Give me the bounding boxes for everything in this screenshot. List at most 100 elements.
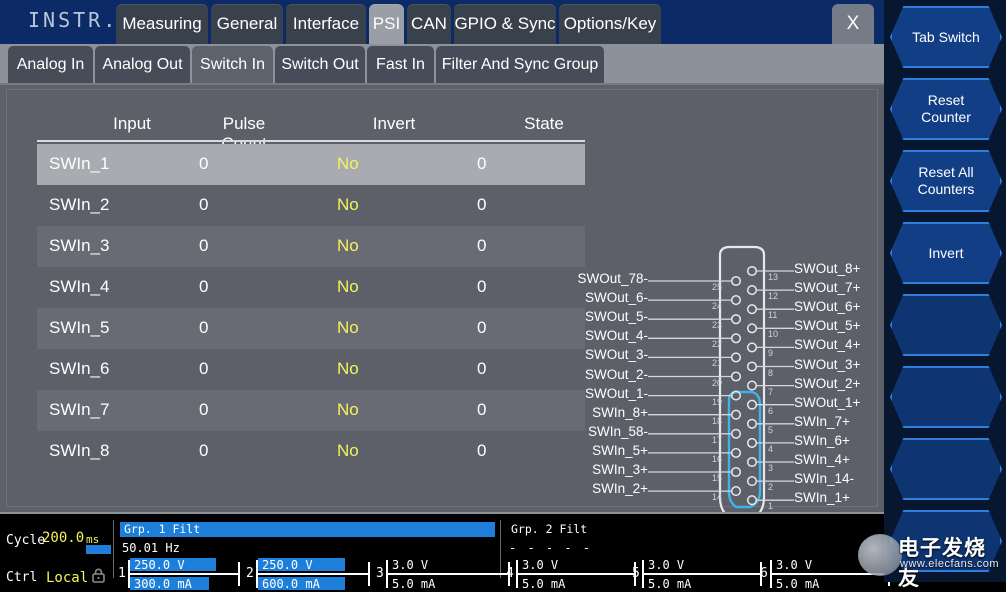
connector-right-label: SWIn_14- — [794, 471, 855, 487]
cycle-progress-indicator — [86, 545, 111, 554]
connector-left-label: SWIn_2+ — [592, 481, 648, 497]
secondary-tab-switch-in[interactable]: Switch In — [192, 46, 273, 83]
column-header-state: State — [524, 114, 564, 133]
cell-input: SWIn_3 — [49, 236, 110, 255]
connector-left-label: SWOut_1- — [584, 385, 648, 401]
instrument-window: INSTR. Measuring General Interface PSI CAN GP… — [0, 0, 890, 591]
primary-tab-measuring[interactable]: Measuring — [116, 4, 208, 44]
softkey-6-empty[interactable] — [890, 366, 1002, 428]
ctrl-value: Local — [46, 570, 89, 586]
cell-invert: No — [337, 154, 359, 173]
connector-pin-number: 3 — [768, 463, 774, 473]
switch-in-panel: InputPulse CountInvertState SWIn_10No0SW… — [6, 89, 878, 521]
softkey-reset-counter[interactable]: Reset Counter — [890, 78, 1002, 140]
table-row[interactable]: SWIn_6 0 No 0 — [37, 349, 585, 390]
secondary-tab-bar: Analog In Analog Out Switch In Switch Out Fa… — [0, 44, 884, 83]
table-row[interactable]: SWIn_4 0 No 0 — [37, 267, 585, 308]
softkey-sidebar: Tab Switch Reset Counter Reset All Counter… — [858, 0, 1006, 590]
channel-voltage-value: 3.0 V — [776, 558, 813, 572]
primary-tab-options-key[interactable]: Options/Key — [559, 4, 661, 44]
channel-readout[interactable]: 3 3.0 V 5.0 mA — [376, 556, 510, 592]
cell-invert: No — [337, 441, 359, 460]
channel-readout[interactable]: 2 250.0 V 600.0 mA — [246, 556, 372, 592]
group-frequency: - - - - - — [509, 541, 593, 555]
content-area: InputPulse CountInvertState SWIn_10No0SW… — [0, 83, 884, 521]
softkey-tab-switch[interactable]: Tab Switch — [890, 6, 1002, 68]
cell-state: 0 — [477, 195, 487, 214]
channel-axis — [128, 573, 238, 575]
secondary-tab-fast-in[interactable]: Fast In — [367, 46, 434, 83]
connector-right-label: SWOut_5+ — [794, 318, 861, 334]
cell-invert: No — [337, 359, 359, 378]
channel-readout[interactable]: 6 3.0 V 5.0 mA — [760, 556, 890, 592]
table-body: SWIn_1 0 No 0 SWIn_2 0 No 0 SWIn_3 0 No 0 SWIn_4 0 No 0… — [37, 144, 585, 472]
softkey-label: Reset All Counters — [917, 164, 975, 197]
connector-right-label: SWIn_7+ — [794, 413, 850, 429]
secondary-tab-filter-and-sync-group[interactable]: Filter And Sync Group — [436, 46, 604, 83]
softkey-invert[interactable]: Invert — [890, 222, 1002, 284]
connector-pin-number: 7 — [768, 386, 774, 397]
connector-right-label: SWOut_6+ — [794, 299, 861, 315]
softkey-7-empty[interactable] — [890, 438, 1002, 500]
softkey-5-empty[interactable] — [890, 294, 1002, 356]
channel-axis — [642, 573, 760, 575]
connector-pin-number: 4 — [768, 443, 774, 454]
connector-left-label: SWOut_78- — [577, 271, 648, 286]
connector-right-label: SWOut_1+ — [794, 394, 861, 410]
channel-end-tick — [368, 562, 370, 586]
ctrl-label: Ctrl — [6, 570, 38, 585]
secondary-tab-analog-in[interactable]: Analog In — [8, 46, 93, 83]
channel-end-tick — [238, 562, 240, 586]
channel-readout[interactable]: 5 3.0 V 5.0 mA — [632, 556, 762, 592]
cell-pulse-count: 0 — [199, 318, 209, 337]
table-row[interactable]: SWIn_8 0 No 0 — [37, 431, 585, 472]
table-row[interactable]: SWIn_1 0 No 0 — [37, 144, 585, 185]
close-button[interactable]: X — [832, 4, 874, 44]
softkey-label — [890, 294, 1002, 356]
connector-pin-number: 18 — [712, 415, 723, 426]
switch-in-table: InputPulse CountInvertState SWIn_10No0SW… — [29, 114, 591, 460]
primary-tab-gpio-sync[interactable]: GPIO & Sync — [454, 4, 556, 44]
cell-invert: No — [337, 277, 359, 296]
softkey-reset-all-counters[interactable]: Reset All Counters — [890, 150, 1002, 212]
connector-pin-number: 8 — [768, 367, 774, 378]
cell-state: 0 — [477, 154, 487, 173]
connector-pin-number: 15 — [712, 473, 723, 483]
application-root: INSTR. Measuring General Interface PSI CAN GP… — [0, 0, 1006, 591]
connector-left-label: SWIn_8+ — [592, 404, 648, 420]
connector-pin-number: 24 — [712, 301, 723, 312]
connector-pin-number: 2 — [768, 482, 774, 493]
primary-tab-interface[interactable]: Interface — [286, 4, 366, 44]
table-row[interactable]: SWIn_3 0 No 0 — [37, 226, 585, 267]
channel-readout[interactable]: 4 3.0 V 5.0 mA — [506, 556, 636, 592]
cell-pulse-count: 0 — [199, 400, 209, 419]
cell-state: 0 — [477, 318, 487, 337]
connector-pin-number: 10 — [768, 329, 779, 340]
connector-pin-number: 20 — [712, 377, 723, 388]
table-row[interactable]: SWIn_2 0 No 0 — [37, 185, 585, 226]
table-row[interactable]: SWIn_7 0 No 0 — [37, 390, 585, 431]
primary-tab-general[interactable]: General — [211, 4, 283, 44]
table-row[interactable]: SWIn_5 0 No 0 — [37, 308, 585, 349]
softkey-label — [890, 366, 1002, 428]
primary-tab-psi[interactable]: PSI — [369, 4, 404, 44]
cell-state: 0 — [477, 441, 487, 460]
cell-input: SWIn_1 — [49, 154, 110, 173]
connector-pin-number: 23 — [712, 320, 723, 331]
channel-axis — [770, 573, 888, 575]
channel-number: 6 — [760, 566, 768, 581]
softkey-8-empty[interactable] — [890, 510, 1002, 572]
connector-left-label: SWOut_4- — [584, 328, 648, 344]
channel-readout[interactable]: 1 250.0 V 300.0 mA — [118, 556, 244, 592]
cell-input: SWIn_2 — [49, 195, 110, 214]
cell-state: 0 — [477, 359, 487, 378]
channel-voltage-value: 3.0 V — [522, 558, 559, 572]
softkey-label: Reset Counter — [921, 92, 971, 125]
channel-voltage-value: 3.0 V — [648, 558, 685, 572]
secondary-tab-switch-out[interactable]: Switch Out — [275, 46, 365, 83]
secondary-tab-analog-out[interactable]: Analog Out — [95, 46, 190, 83]
channel-voltage-value: 3.0 V — [392, 558, 429, 572]
cell-input: SWIn_6 — [49, 359, 110, 378]
connector-pin-number: 21 — [712, 358, 723, 369]
primary-tab-can[interactable]: CAN — [407, 4, 451, 44]
